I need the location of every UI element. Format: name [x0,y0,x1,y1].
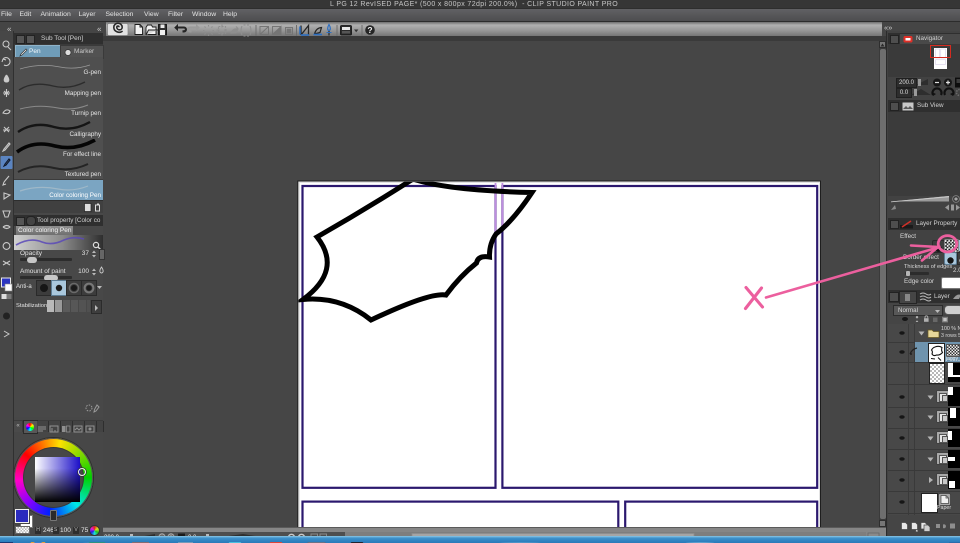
svg-text:?: ? [367,25,372,35]
